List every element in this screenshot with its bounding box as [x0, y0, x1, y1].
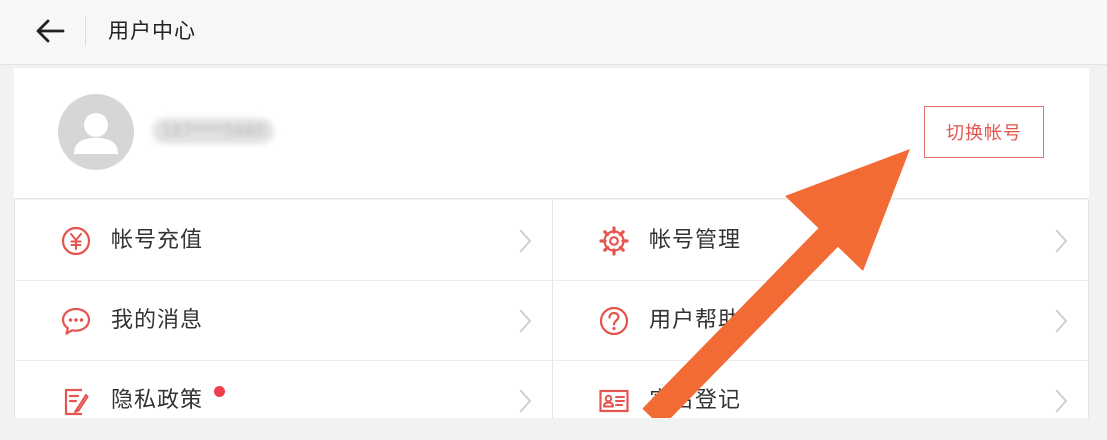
- header-divider: [85, 16, 86, 46]
- red-dot-badge: [214, 386, 225, 397]
- menu-item-privacy[interactable]: 隐私政策: [15, 360, 552, 440]
- page-title: 用户中心: [108, 19, 196, 43]
- menu-grid: 帐号充值 帐号管理 我的消息 用户帮助 隐私政策 实名登记: [14, 200, 1089, 418]
- menu-item-label: 实名登记: [649, 388, 742, 413]
- chevron-right-icon: [1055, 389, 1068, 413]
- chevron-right-icon: [1055, 229, 1068, 253]
- back-button[interactable]: [28, 12, 72, 50]
- user-silhouette-icon: [74, 113, 118, 154]
- gear-icon: [599, 226, 629, 256]
- chevron-right-icon: [519, 229, 532, 253]
- menu-item-messages[interactable]: 我的消息: [15, 280, 552, 360]
- profile-card: 187****5680 切换帐号: [14, 68, 1089, 199]
- menu-item-label: 帐号充值: [111, 228, 204, 253]
- chat-bubble-icon: [61, 307, 91, 335]
- top-bar: 用户中心: [0, 0, 1107, 65]
- menu-item-help[interactable]: 用户帮助: [553, 280, 1088, 360]
- id-card-icon: [599, 389, 629, 413]
- document-edit-icon: [64, 388, 89, 416]
- menu-item-label: 用户帮助: [649, 308, 742, 333]
- avatar[interactable]: [58, 94, 134, 170]
- menu-item-real-name[interactable]: 实名登记: [553, 360, 1088, 440]
- menu-item-label: 隐私政策: [111, 388, 204, 413]
- chevron-right-icon: [1055, 309, 1068, 333]
- menu-item-recharge[interactable]: 帐号充值: [15, 200, 552, 280]
- chevron-right-icon: [519, 309, 532, 333]
- yen-coin-icon: [61, 226, 91, 256]
- arrow-left-icon: [36, 19, 65, 43]
- menu-item-label: 我的消息: [111, 308, 204, 333]
- username: 187****5680: [152, 118, 274, 144]
- chevron-right-icon: [519, 389, 532, 413]
- question-circle-icon: [599, 306, 629, 336]
- menu-item-label: 帐号管理: [649, 228, 742, 253]
- menu-item-account-manage[interactable]: 帐号管理: [553, 200, 1088, 280]
- switch-account-button[interactable]: 切换帐号: [924, 106, 1044, 158]
